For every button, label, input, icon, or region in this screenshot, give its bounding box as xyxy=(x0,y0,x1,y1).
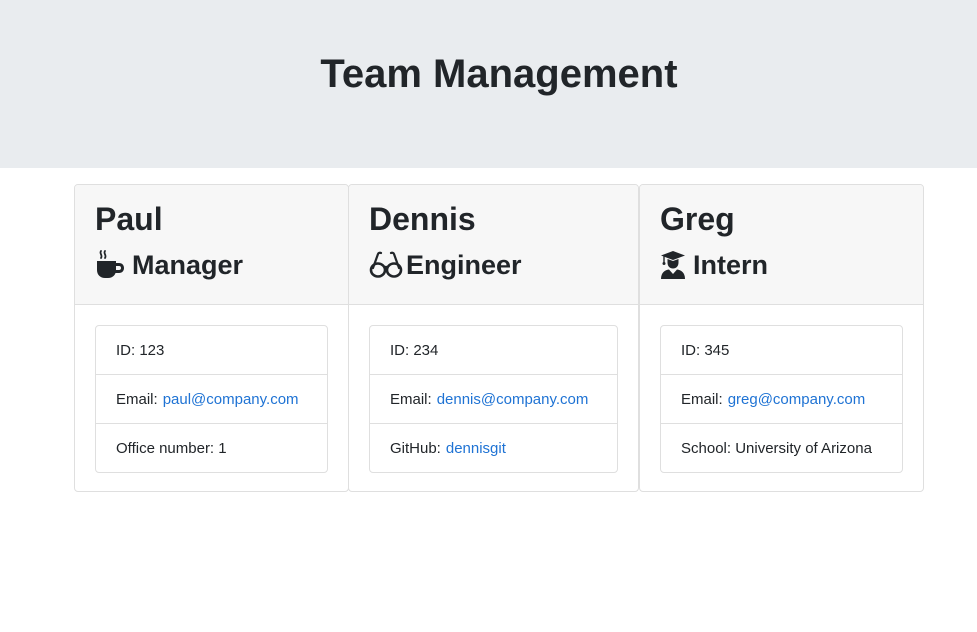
office-number-text: Office number: 1 xyxy=(116,439,227,457)
employee-card-manager: Paul Manager ID: 123 Email: paul@company… xyxy=(74,184,349,492)
school-text: School: University of Arizona xyxy=(681,439,872,457)
list-item-office: Office number: 1 xyxy=(96,424,327,472)
id-text: ID: 234 xyxy=(390,341,439,359)
list-item-email: Email: dennis@company.com xyxy=(370,375,617,424)
email-link[interactable]: paul@company.com xyxy=(163,391,299,408)
email-label: Email: xyxy=(390,390,432,408)
employee-role: Intern xyxy=(660,247,768,283)
email-link[interactable]: greg@company.com xyxy=(728,391,866,408)
list-item-github: GitHub: dennisgit xyxy=(370,424,617,472)
graduate-icon xyxy=(660,250,686,280)
employee-details: ID: 123 Email: paul@company.com Office n… xyxy=(95,325,328,473)
email-label: Email: xyxy=(116,390,158,408)
employee-role: Manager xyxy=(95,247,243,283)
list-item-school: School: University of Arizona xyxy=(661,424,902,472)
list-item-email: Email: greg@company.com xyxy=(661,375,902,424)
card-header: Dennis Engineer xyxy=(349,185,638,305)
email-label: Email: xyxy=(681,390,723,408)
page-header: Team Management xyxy=(0,0,977,168)
employee-card-intern: Greg Intern ID: 345 Email: greg@company.… xyxy=(639,184,924,492)
employee-details: ID: 234 Email: dennis@company.com GitHub… xyxy=(369,325,618,473)
role-label: Intern xyxy=(693,249,769,280)
glasses-icon xyxy=(369,250,403,280)
card-header: Paul Manager xyxy=(75,185,348,305)
employee-details: ID: 345 Email: greg@company.com School: … xyxy=(660,325,903,473)
email-link[interactable]: dennis@company.com xyxy=(437,391,589,408)
employee-name: Paul xyxy=(95,201,163,237)
id-text: ID: 123 xyxy=(116,341,165,359)
github-link[interactable]: dennisgit xyxy=(446,440,506,457)
employee-role: Engineer xyxy=(369,247,522,283)
list-item-id: ID: 345 xyxy=(661,326,902,375)
page-title: Team Management xyxy=(320,52,678,96)
github-label: GitHub: xyxy=(390,439,441,457)
employee-card-engineer: Dennis Engineer ID: 234 Email: dennis@co… xyxy=(348,184,639,492)
coffee-icon xyxy=(95,250,125,280)
role-label: Manager xyxy=(132,249,244,280)
employee-name: Greg xyxy=(660,201,735,237)
role-label: Engineer xyxy=(406,249,522,280)
list-item-id: ID: 234 xyxy=(370,326,617,375)
id-text: ID: 345 xyxy=(681,341,730,359)
employee-name: Dennis xyxy=(369,201,476,237)
list-item-id: ID: 123 xyxy=(96,326,327,375)
card-header: Greg Intern xyxy=(640,185,923,305)
list-item-email: Email: paul@company.com xyxy=(96,375,327,424)
